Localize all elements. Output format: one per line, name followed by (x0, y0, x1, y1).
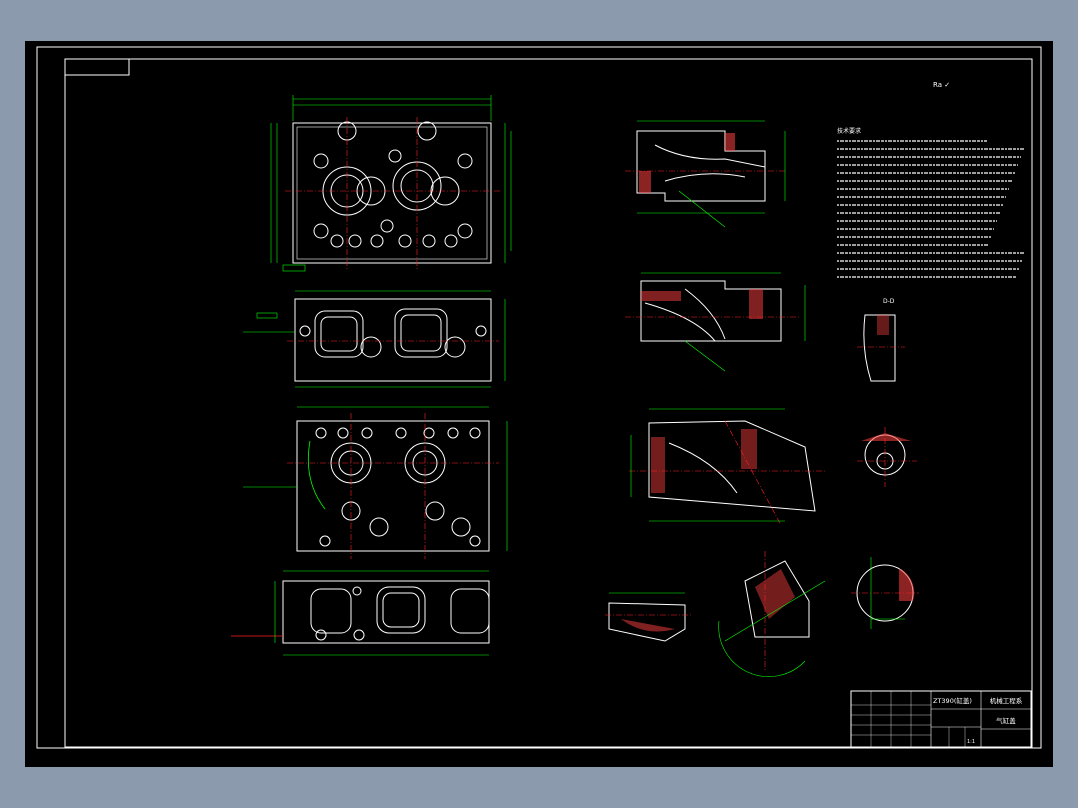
title-school: 机械工程系 (990, 696, 1023, 705)
section-dd: D-D (857, 298, 905, 382)
tech-req-lines (837, 140, 1025, 278)
tech-req-heading: 技术要求 (837, 127, 861, 135)
inner-frame (64, 58, 1033, 748)
corner-tag-box (64, 58, 130, 76)
title-scale: 1:1 (967, 739, 975, 745)
view-top-plan (270, 95, 512, 272)
title-drawing-name: 气缸盖 (996, 716, 1016, 725)
roughness-note: Ra ✓ (933, 81, 950, 89)
view-manifold-face (231, 570, 490, 656)
section-gg (605, 592, 693, 642)
title-part-code: ZT390(缸盖) (933, 696, 972, 705)
tech-requirements: 技术要求 (837, 127, 1025, 278)
view-bottom-plan (243, 406, 508, 559)
label-section-dd: D-D (883, 298, 895, 305)
section-kk (718, 551, 826, 677)
section-aa (625, 120, 786, 228)
cad-drawing: D-D Ra ✓ 技术要求 ZT390(缸盖) 机械工程系 气缸盖 1:1 (36, 46, 1042, 749)
view-side-elevation (243, 290, 506, 388)
outer-frame (36, 46, 1042, 749)
section-ee (857, 427, 917, 487)
drawing-sheet: D-D Ra ✓ 技术要求 ZT390(缸盖) 机械工程系 气缸盖 1:1 (25, 41, 1053, 767)
section-cc (629, 408, 825, 526)
section-bb (625, 272, 806, 372)
section-ff (851, 557, 919, 629)
title-block: ZT390(缸盖) 机械工程系 气缸盖 1:1 (850, 690, 1032, 748)
